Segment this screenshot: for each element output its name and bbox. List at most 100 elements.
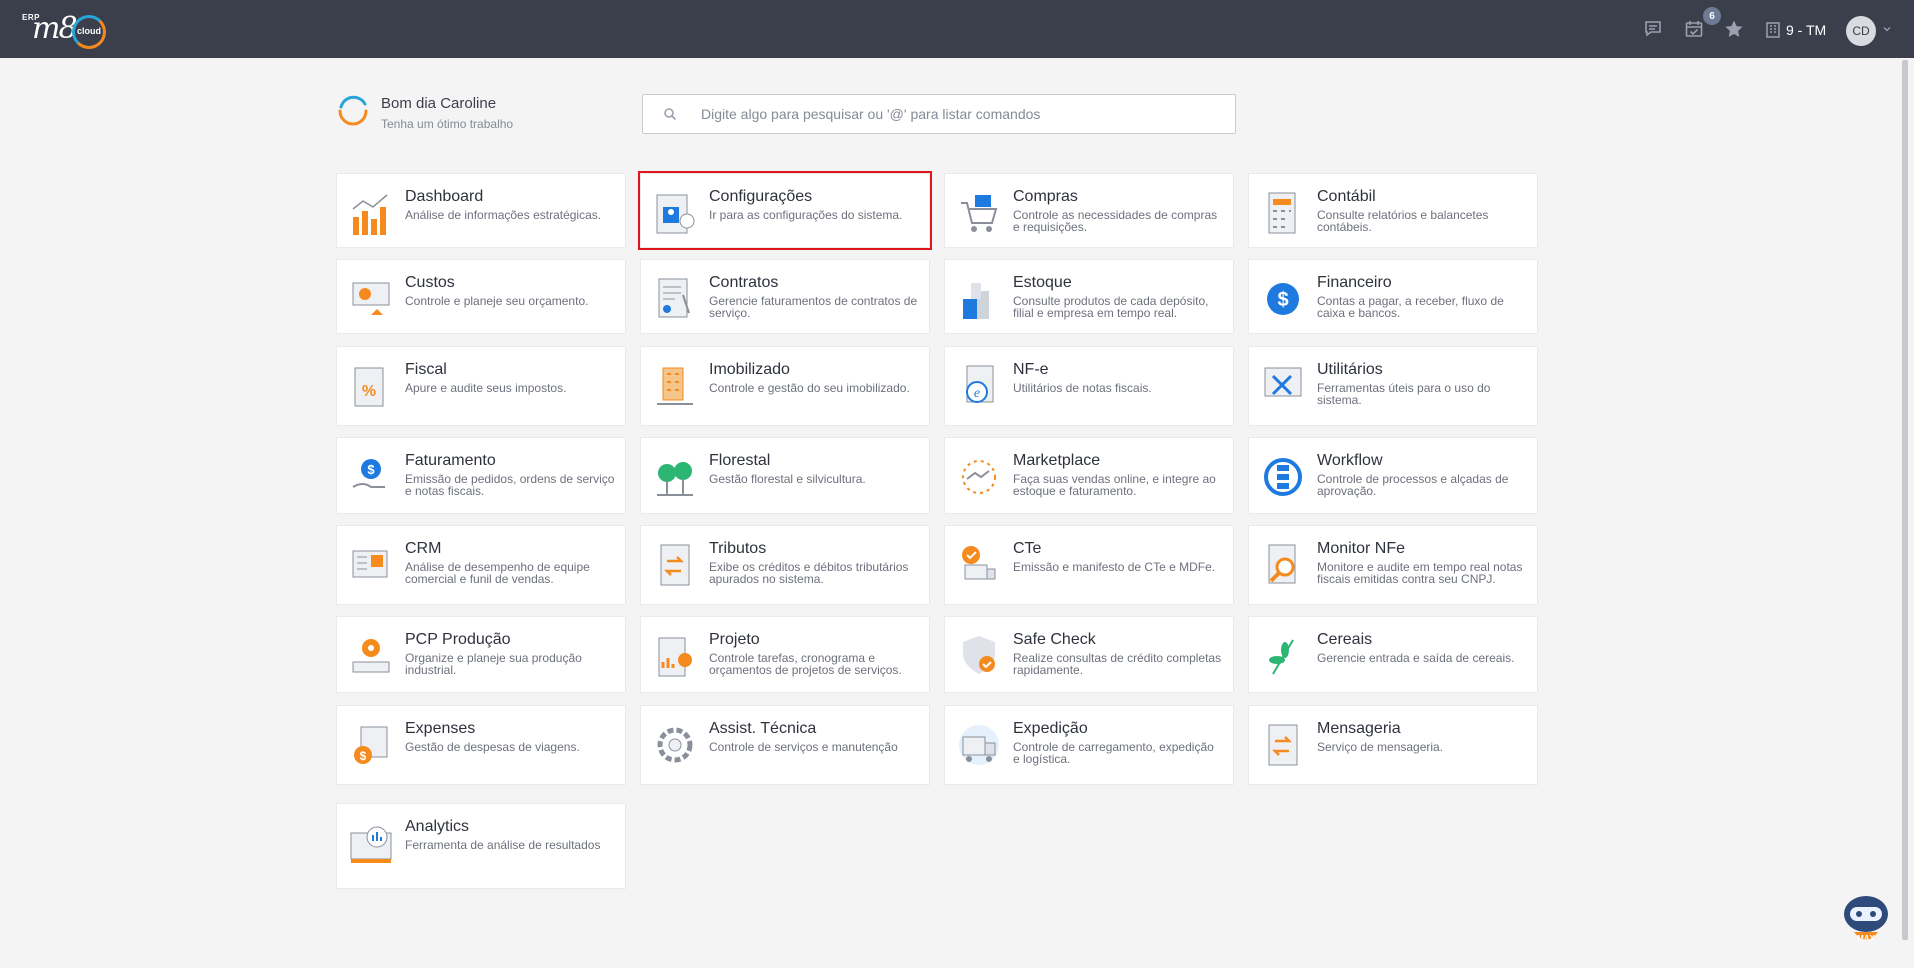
module-description: Controle as necessidades de compras e re…	[1013, 208, 1218, 234]
svg-text:$: $	[360, 749, 367, 763]
module-title: Tributos	[709, 540, 767, 557]
module-title: Analytics	[405, 818, 470, 835]
module-card-tributos[interactable]: Tributos Exibe os créditos e débitos trib…	[640, 525, 930, 605]
production-gear-icon	[352, 639, 390, 673]
module-title: Florestal	[709, 452, 771, 469]
company-name: 9 - TM	[1786, 22, 1827, 38]
module-card-dashboard[interactable]: Dashboard Análise de informações estratég…	[336, 173, 626, 248]
module-card-cereais[interactable]: Cereais Gerencie entrada e saída de cerea…	[1248, 616, 1538, 693]
search-icon	[664, 108, 677, 121]
truck-check-icon	[962, 546, 996, 580]
project-clipboard-icon	[658, 637, 692, 677]
module-card-expenses[interactable]: $ Expenses Gestão de despesas de viagens.	[336, 705, 626, 785]
module-card-imobilizado[interactable]: Imobilizado Controle e gestão do seu imob…	[640, 346, 930, 426]
module-description: Análise de desempenho de equipe comercia…	[405, 560, 590, 586]
calendar-check-icon[interactable]	[1683, 18, 1705, 40]
chart-bars-icon	[352, 194, 388, 235]
module-card-custos[interactable]: Custos Controle e planeje seu orçamento.	[336, 259, 626, 334]
module-card-safe-check[interactable]: Safe Check Realize consultas de crédito c…	[944, 616, 1234, 693]
contract-icon	[658, 278, 690, 318]
calculator-icon	[1268, 192, 1296, 234]
module-description: Ir para as configurações do sistema.	[709, 208, 903, 222]
tools-icon	[1264, 367, 1302, 397]
module-description: Ferramenta de análise de resultados	[405, 838, 601, 852]
module-description: Gestão de despesas de viagens.	[405, 740, 580, 754]
avatar[interactable]: CD	[1846, 16, 1876, 46]
module-title: Contratos	[709, 274, 779, 291]
module-card-fiscal[interactable]: % Fiscal Apure e audite seus impostos.	[336, 346, 626, 426]
module-description: Controle de carregamento, expedição e lo…	[1013, 740, 1214, 766]
module-description: Consulte relatórios e balancetes contábe…	[1317, 208, 1489, 234]
module-title: Faturamento	[405, 452, 496, 469]
module-description: Ferramentas úteis para o uso do sistema.	[1317, 381, 1491, 407]
module-card-nf-e[interactable]: e NF-e Utilitários de notas fiscais.	[944, 346, 1234, 426]
module-card-crm[interactable]: CRM Análise de desempenho de equipe comer…	[336, 525, 626, 605]
module-card-configura-es[interactable]: Configurações Ir para as configurações do…	[638, 171, 932, 250]
module-description: Monitore e audite em tempo real notas fi…	[1317, 560, 1523, 586]
svg-text:$: $	[1277, 289, 1288, 311]
module-card-pcp-produ-o[interactable]: PCP Produção Organize e planeje sua produ…	[336, 616, 626, 693]
module-title: CRM	[405, 540, 442, 557]
contact-card-icon	[352, 550, 388, 578]
svg-text:%: %	[362, 383, 376, 400]
search-bar[interactable]	[642, 94, 1236, 134]
module-title: Marketplace	[1013, 452, 1101, 469]
module-description: Controle de processos e alçadas de aprov…	[1317, 472, 1509, 498]
module-card-florestal[interactable]: Florestal Gestão florestal e silvicultura…	[640, 437, 930, 514]
module-title: Expedição	[1013, 720, 1088, 737]
tax-document-icon: %	[354, 367, 384, 407]
chat-icon[interactable]	[1642, 18, 1664, 40]
module-title: Workflow	[1317, 452, 1383, 469]
module-title: Compras	[1013, 188, 1078, 205]
invoice-e-icon: e	[966, 365, 994, 403]
module-card-cont-bil[interactable]: Contábil Consulte relatórios e balancetes…	[1248, 173, 1538, 248]
scrollbar[interactable]	[1898, 60, 1912, 940]
module-card-cte[interactable]: CTe Emissão e manifesto de CTe e MDFe.	[944, 525, 1234, 605]
shield-check-icon	[963, 636, 995, 674]
module-title: Expenses	[405, 720, 476, 737]
module-description: Serviço de mensageria.	[1317, 740, 1444, 754]
module-card-mensageria[interactable]: Mensageria Serviço de mensageria.	[1248, 705, 1538, 785]
building-assets-icon	[657, 367, 693, 405]
svg-text:$: $	[367, 462, 375, 477]
billing-hand-icon: $	[352, 459, 385, 488]
module-card-monitor-nfe[interactable]: Monitor NFe Monitore e audite em tempo re…	[1248, 525, 1538, 605]
search-input[interactable]	[701, 106, 1221, 122]
module-card-marketplace[interactable]: Marketplace Faça suas vendas online, e in…	[944, 437, 1234, 514]
magnifier-document-icon	[1268, 544, 1296, 584]
assistant-label: MAX	[1857, 934, 1875, 943]
module-card-contratos[interactable]: Contratos Gerencie faturamentos de contra…	[640, 259, 930, 334]
robot-assistant-icon[interactable]: MAX	[1836, 890, 1896, 950]
company-selector[interactable]: 9 - TM	[1766, 20, 1826, 40]
app-logo[interactable]: ERP m8 cloud	[20, 10, 115, 50]
chevron-down-icon[interactable]	[1882, 24, 1892, 34]
module-description: Controle e gestão do seu imobilizado.	[709, 381, 910, 395]
module-title: Configurações	[709, 188, 813, 205]
module-title: Projeto	[709, 631, 760, 648]
module-card-faturamento[interactable]: $ Faturamento Emissão de pedidos, ordens d…	[336, 437, 626, 514]
trees-icon	[657, 462, 693, 496]
module-card-utilit-rios[interactable]: Utilitários Ferramentas úteis para o uso …	[1248, 346, 1538, 426]
module-description: Gerencie entrada e saída de cereais.	[1317, 651, 1515, 665]
module-description: Controle e planeje seu orçamento.	[405, 294, 589, 308]
module-card-estoque[interactable]: Estoque Consulte produtos de cada depósit…	[944, 259, 1234, 334]
module-description: Gestão florestal e silvicultura.	[709, 472, 866, 486]
warehouse-icon	[963, 283, 989, 319]
module-card-projeto[interactable]: Projeto Controle tarefas, cronograma e or…	[640, 616, 930, 693]
message-transfer-icon	[1268, 724, 1298, 766]
module-description: Controle tarefas, cronograma e orçamento…	[709, 651, 902, 677]
svg-text:e: e	[974, 386, 980, 401]
shipping-truck-icon	[959, 725, 999, 765]
module-card-financeiro[interactable]: $ Financeiro Contas a pagar, a receber, fl…	[1248, 259, 1538, 334]
module-card-analytics[interactable]: Analytics Ferramenta de análise de result…	[336, 803, 626, 889]
module-card-assist-t-cnica[interactable]: Assist. Técnica Controle de serviços e ma…	[640, 705, 930, 785]
module-card-expedi-o[interactable]: Expedição Controle de carregamento, exped…	[944, 705, 1234, 785]
module-description: Emissão de pedidos, ordens de serviço e …	[405, 472, 615, 498]
module-title: Assist. Técnica	[709, 720, 817, 737]
module-card-compras[interactable]: Compras Controle as necessidades de compr…	[944, 173, 1234, 248]
module-title: Estoque	[1013, 274, 1072, 291]
module-description: Apure e audite seus impostos.	[405, 381, 567, 395]
star-icon[interactable]	[1723, 18, 1745, 40]
module-card-workflow[interactable]: Workflow Controle de processos e alçadas …	[1248, 437, 1538, 514]
workflow-icon	[1264, 458, 1302, 496]
